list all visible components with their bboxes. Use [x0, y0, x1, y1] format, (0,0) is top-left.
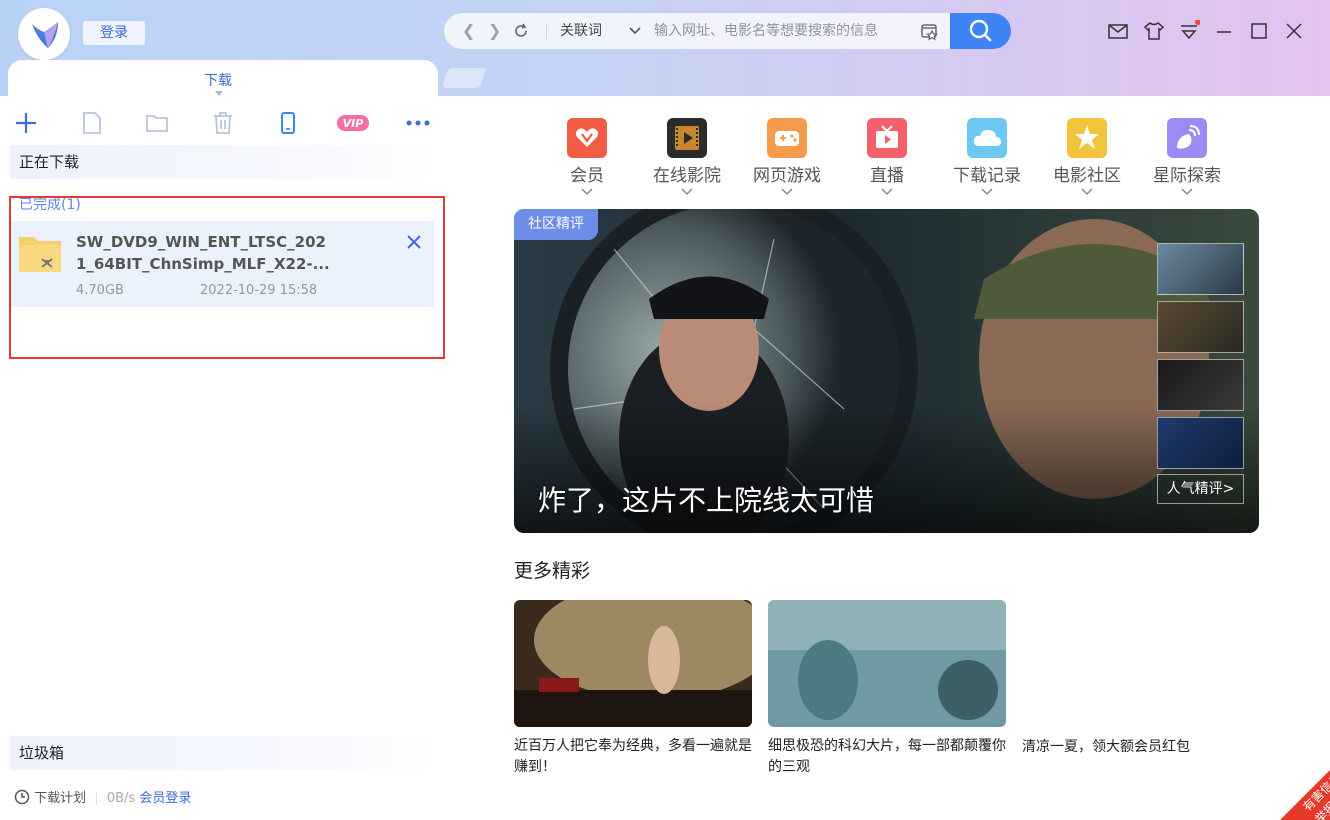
chevron-down-icon: [942, 186, 1032, 198]
minimize-icon[interactable]: [1213, 20, 1235, 42]
card-text: 清凉一夏，领大额会员红包: [1022, 739, 1190, 755]
cat-movie-community[interactable]: 电影社区: [1042, 118, 1132, 198]
cat-download-history[interactable]: 下载记录: [942, 118, 1032, 198]
cat-label: 电影社区: [1053, 166, 1121, 186]
keyword-select[interactable]: 关联词: [560, 13, 602, 49]
search-icon: [969, 19, 992, 42]
forward-icon[interactable]: ❯: [488, 13, 501, 49]
cat-label: 星际探索: [1153, 166, 1221, 186]
more-section-title: 更多精彩: [514, 560, 591, 582]
more-icon[interactable]: [405, 110, 431, 136]
chevron-down-icon[interactable]: [628, 13, 642, 49]
download-plan-link[interactable]: 下载计划: [34, 791, 86, 806]
card-text: 细思极恐的科幻大片，每一部都颠覆你的三观: [768, 738, 1006, 775]
cat-label: 会员: [570, 166, 604, 186]
tab-download-label: 下载: [204, 73, 232, 89]
maximize-icon[interactable]: [1248, 20, 1270, 42]
hero-tag: 社区精评: [514, 209, 598, 240]
bookmark-icon[interactable]: [920, 21, 940, 45]
popular-reviews-link[interactable]: 人气精评>: [1157, 474, 1244, 504]
satellite-icon: [1167, 118, 1207, 158]
cat-label: 在线影院: [653, 166, 721, 186]
report-badge[interactable]: 有害信息 举报: [1270, 760, 1330, 820]
skin-icon[interactable]: [1143, 20, 1165, 42]
cat-vip[interactable]: 会员: [542, 118, 632, 198]
card-image: [768, 600, 1006, 727]
vip-heart-icon: [567, 118, 607, 158]
tv-icon: [867, 118, 907, 158]
section-trash[interactable]: 垃圾箱: [10, 736, 434, 770]
cat-web-games[interactable]: 网页游戏: [742, 118, 832, 198]
recommend-card[interactable]: 细思极恐的科幻大片，每一部都颠覆你的三观: [768, 600, 1006, 778]
phone-icon[interactable]: [275, 110, 301, 136]
card-image: [514, 600, 752, 727]
footer-divider: |: [94, 791, 99, 806]
file-icon[interactable]: [79, 110, 105, 136]
gamepad-icon: [767, 118, 807, 158]
close-icon[interactable]: [1283, 20, 1305, 42]
clock-icon: [14, 789, 34, 806]
hero-title: 炸了，这片不上院线太可惜: [538, 484, 875, 517]
chevron-down-icon: [842, 186, 932, 198]
hero-thumb-2[interactable]: [1157, 301, 1244, 353]
vip-icon[interactable]: VIP: [336, 110, 370, 136]
cat-cinema[interactable]: 在线影院: [642, 118, 732, 198]
tab-secondary[interactable]: [441, 68, 487, 88]
menu-icon[interactable]: [1178, 19, 1201, 42]
tab-download[interactable]: 下载: [8, 60, 438, 100]
hero-thumb-1[interactable]: [1157, 243, 1244, 295]
member-login-link[interactable]: 会员登录: [139, 791, 191, 806]
recommend-card[interactable]: 近百万人把它奉为经典，多看一遍就是赚到！: [514, 600, 752, 778]
chevron-down-icon: [1042, 186, 1132, 198]
hero-thumb-4[interactable]: [1157, 417, 1244, 469]
star-icon: [1067, 118, 1107, 158]
app-window: 登录 ❮ ❯ 关联词 输入网址、电影名等想要搜索的信息 下载 VIP 正在下载 …: [0, 0, 1330, 820]
add-icon[interactable]: [13, 110, 39, 136]
login-button[interactable]: 登录: [83, 21, 145, 45]
cat-label: 直播: [870, 166, 904, 186]
address-input[interactable]: 输入网址、电影名等想要搜索的信息: [654, 13, 878, 49]
folder-icon[interactable]: [144, 110, 170, 136]
mail-icon[interactable]: [1107, 20, 1129, 42]
film-icon: [667, 118, 707, 158]
vip-badge-label: VIP: [343, 117, 364, 130]
hero-thumb-3[interactable]: [1157, 359, 1244, 411]
section-downloading[interactable]: 正在下载: [10, 145, 434, 179]
delete-icon[interactable]: [210, 110, 236, 136]
download-speed: 0B/s: [106, 791, 136, 806]
chevron-down-icon: [542, 186, 632, 198]
highlight-box: [9, 196, 445, 359]
back-icon[interactable]: ❮: [462, 13, 475, 49]
cat-star-explore[interactable]: 星际探索: [1142, 118, 1232, 198]
cloud-icon: [967, 118, 1007, 158]
title-bar: 登录 ❮ ❯ 关联词 输入网址、电影名等想要搜索的信息 下载: [0, 0, 1330, 100]
chevron-down-icon: [742, 186, 832, 198]
chevron-down-icon: [1142, 186, 1232, 198]
hero-banner[interactable]: 社区精评 炸了，这片不上院线太可惜 人气精评>: [514, 209, 1259, 533]
search-button[interactable]: [950, 13, 1011, 49]
recommend-card[interactable]: 清凉一夏，领大额会员红包: [1022, 728, 1260, 758]
chevron-down-icon: [642, 186, 732, 198]
address-bar: ❮ ❯ 关联词 输入网址、电影名等想要搜索的信息: [444, 13, 1011, 49]
card-text: 近百万人把它奉为经典，多看一遍就是赚到！: [514, 738, 752, 775]
status-footer: 下载计划 | 0B/s 会员登录: [14, 787, 191, 806]
cat-label: 网页游戏: [753, 166, 821, 186]
app-logo: [18, 8, 70, 60]
cat-live[interactable]: 直播: [842, 118, 932, 198]
cat-label: 下载记录: [953, 166, 1021, 186]
refresh-icon[interactable]: [512, 13, 530, 49]
